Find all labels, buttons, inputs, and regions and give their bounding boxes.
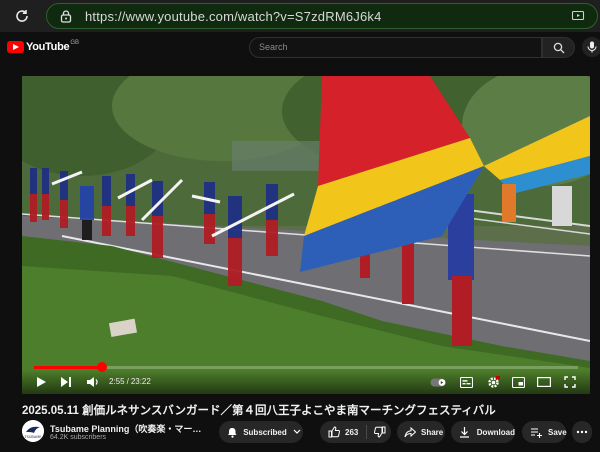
search-button[interactable] (542, 37, 575, 58)
current-time: 2:55 (109, 377, 125, 386)
like-count[interactable]: 263 (345, 428, 358, 437)
subscribed-label: Subscribed (243, 427, 287, 437)
like-divider (366, 425, 368, 439)
save-icon (530, 426, 542, 438)
download-icon (459, 426, 471, 438)
video-frame[interactable] (22, 76, 590, 394)
subscriber-count: 64.2K subscribers (50, 434, 107, 441)
voice-search-button[interactable] (582, 37, 600, 57)
thumb-down-icon[interactable] (374, 426, 386, 438)
share-icon (404, 426, 416, 438)
lock-icon[interactable] (59, 9, 73, 23)
more-actions-button[interactable] (572, 421, 592, 443)
url-text[interactable]: https://www.youtube.com/watch?v=S7zdRM6J… (85, 9, 382, 24)
more-icon (576, 426, 588, 438)
youtube-header: YouTube GB Search (0, 32, 600, 62)
open-in-app-icon[interactable] (571, 9, 585, 23)
progress-played (34, 366, 102, 369)
share-button[interactable]: Share (397, 421, 445, 443)
download-label: Download (476, 427, 515, 437)
svg-text:TSUBAME: TSUBAME (24, 435, 42, 439)
youtube-logo[interactable]: YouTube GB (7, 40, 79, 53)
thumb-up-icon[interactable] (328, 426, 340, 438)
fullscreen-icon[interactable] (563, 375, 577, 389)
video-player[interactable]: 2:55/23:22 (22, 76, 590, 394)
channel-action-row: TSUBAME Tsubame Planning（吹奏楽・マーチン… 64.2K… (22, 420, 600, 448)
miniplayer-icon[interactable] (511, 375, 525, 389)
search-input[interactable]: Search (249, 37, 542, 58)
subscribed-button[interactable]: Subscribed (219, 421, 303, 443)
time-display: 2:55/23:22 (109, 377, 151, 386)
reload-icon[interactable] (14, 8, 30, 24)
mic-icon (587, 41, 597, 53)
next-icon[interactable] (59, 375, 73, 389)
player-controls: 2:55/23:22 (22, 370, 590, 394)
address-bar[interactable]: https://www.youtube.com/watch?v=S7zdRM6J… (46, 3, 598, 29)
video-title: 2025.05.11 創価ルネサンスバンガード／第４回八王子よこやま南マーチング… (22, 405, 496, 417)
autoplay-toggle[interactable] (430, 375, 446, 389)
progress-bar[interactable] (34, 362, 578, 372)
like-dislike-group: 263 (320, 421, 391, 443)
youtube-logo-icon (7, 41, 24, 53)
duration: 23:22 (130, 377, 151, 386)
download-button[interactable]: Download (451, 421, 515, 443)
browser-toolbar: https://www.youtube.com/watch?v=S7zdRM6J… (0, 0, 600, 32)
volume-icon[interactable] (85, 375, 99, 389)
save-label: Save (548, 427, 567, 437)
avatar[interactable]: TSUBAME (22, 420, 44, 442)
bell-icon (227, 426, 238, 438)
gear-icon[interactable] (486, 375, 500, 389)
theater-icon[interactable] (537, 375, 551, 389)
chevron-down-icon (292, 426, 303, 438)
youtube-logo-text: YouTube (26, 41, 70, 53)
search-icon (553, 42, 564, 53)
save-button[interactable]: Save (522, 421, 567, 443)
share-label: Share (421, 427, 444, 437)
region-code: GB (70, 40, 79, 46)
play-icon[interactable] (34, 375, 48, 389)
subtitles-icon[interactable] (459, 375, 473, 389)
search-placeholder: Search (259, 42, 288, 52)
